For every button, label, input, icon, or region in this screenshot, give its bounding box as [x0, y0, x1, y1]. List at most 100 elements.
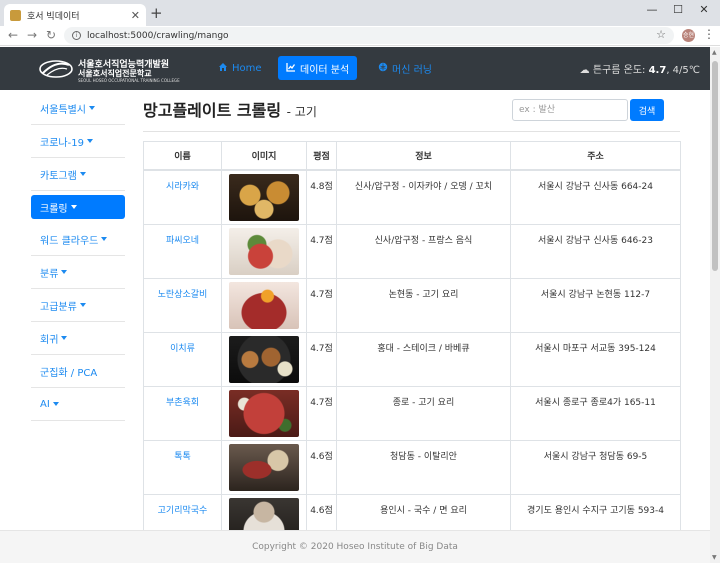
- title-divider: [143, 131, 680, 132]
- scrollbar-thumb[interactable]: [712, 61, 718, 271]
- sidebar-item-clustering-pca[interactable]: 군집화 / PCA: [31, 355, 125, 388]
- maximize-icon[interactable]: ☐: [666, 3, 690, 16]
- nav-machine-learning-label: 머신 러닝: [392, 64, 432, 76]
- table-row: 노란상소갈비 4.7점 논현동 - 고기 요리 서울시 강남구 논현동 112-…: [143, 277, 681, 333]
- weather-temp: 4.7: [648, 65, 667, 76]
- column-header-name: 이름: [143, 141, 222, 171]
- address-text: 서울시 마포구 서교동 395-124: [510, 331, 681, 387]
- nav-home-link[interactable]: Home: [210, 56, 270, 80]
- table-row: 부촌육회 4.7점 종로 - 고기 요리 서울시 종로구 종로4가 165-11: [143, 385, 681, 441]
- sidebar-item-classification[interactable]: 분류: [31, 256, 125, 289]
- info-text: 종로 - 고기 요리: [336, 385, 511, 441]
- sidebar-item-cartogram[interactable]: 카토그램: [31, 158, 125, 191]
- caret-down-icon: [79, 172, 86, 176]
- bookmark-star-icon[interactable]: ☆: [656, 28, 666, 41]
- scroll-up-icon[interactable]: ▲: [712, 49, 717, 56]
- address-text: 서울시 강남구 논현동 112-7: [510, 277, 681, 333]
- table-row: 이치류 4.7점 홍대 - 스테이크 / 바베큐 서울시 마포구 서교동 395…: [143, 331, 681, 387]
- rating-value: 4.7점: [306, 385, 337, 441]
- sidebar-item-regression[interactable]: 회귀: [31, 322, 125, 355]
- sidebar: 서울특별시 코로나-19 카토그램 크롤링 워드 클라우드 분류 고급분류 회귀…: [31, 92, 125, 421]
- table-header-row: 이름 이미지 평점 정보 주소: [143, 141, 681, 171]
- new-tab-icon[interactable]: +: [150, 5, 163, 21]
- search-input[interactable]: [512, 99, 628, 121]
- chart-icon: [286, 62, 296, 75]
- restaurant-name-link[interactable]: 시라카와: [143, 169, 222, 225]
- info-text: 홍대 - 스테이크 / 바베큐: [336, 331, 511, 387]
- column-header-image: 이미지: [221, 141, 307, 171]
- restaurant-name-link[interactable]: 파씨오네: [143, 223, 222, 279]
- address-text: 서울시 강남구 신사동 646-23: [510, 223, 681, 279]
- logo-text-line3: SEOUL HOSEO OCCUPATIONAL TRAINING COLLEG…: [78, 78, 180, 83]
- search-button[interactable]: 검색: [630, 99, 664, 121]
- sidebar-item-wordcloud[interactable]: 워드 클라우드: [31, 223, 125, 256]
- restaurant-name-link[interactable]: 부촌육회: [143, 385, 222, 441]
- address-text: 서울시 종로구 종로4가 165-11: [510, 385, 681, 441]
- browser-tab[interactable]: 호서 빅데이터 ✕: [4, 4, 146, 26]
- scroll-down-icon[interactable]: ▼: [712, 554, 717, 561]
- page-scrollbar[interactable]: ▲ ▼: [710, 47, 720, 563]
- column-header-info: 정보: [336, 141, 511, 171]
- restaurant-name-link[interactable]: 노란상소갈비: [143, 277, 222, 333]
- site-navbar: 서울호서직업능력개발원 서울호서직업전문학교 SEOUL HOSEO OCCUP…: [0, 47, 710, 90]
- info-text: 신사/압구정 - 프랑스 음식: [336, 223, 511, 279]
- profile-avatar[interactable]: 승현: [682, 29, 695, 42]
- address-text: 서울시 강남구 청담동 69-5: [510, 439, 681, 495]
- info-text: 논현동 - 고기 요리: [336, 277, 511, 333]
- table-row: 시라카와 4.8점 신사/압구정 - 이자카야 / 오뎅 / 꼬치 서울시 강남…: [143, 169, 681, 225]
- site-logo[interactable]: 서울호서직업능력개발원 서울호서직업전문학교 SEOUL HOSEO OCCUP…: [38, 54, 180, 84]
- nav-machine-learning-link[interactable]: 머신 러닝: [370, 56, 440, 80]
- rating-value: 4.7점: [306, 331, 337, 387]
- food-photo: [229, 173, 299, 221]
- sidebar-item-ai[interactable]: AI: [31, 388, 125, 421]
- weather-label: 튼구름 온도:: [592, 65, 649, 76]
- footer-copyright: Copyright © 2020 Hoseo Institute of Big …: [252, 542, 458, 552]
- food-photo: [229, 443, 299, 491]
- reload-icon[interactable]: ↻: [46, 28, 56, 42]
- browser-tab-bar: 호서 빅데이터 ✕ + — ☐ ✕: [0, 0, 720, 26]
- info-text: 청담동 - 이탈리안: [336, 439, 511, 495]
- close-tab-icon[interactable]: ✕: [131, 9, 140, 22]
- address-bar[interactable]: i localhost:5000/crawling/mango ☆: [64, 27, 674, 44]
- caret-down-icon: [61, 336, 68, 340]
- tab-title: 호서 빅데이터: [27, 11, 80, 22]
- nav-data-analysis-link[interactable]: 데이터 분석: [278, 56, 358, 80]
- sidebar-item-crawling[interactable]: 크롤링: [31, 195, 125, 219]
- cloud-icon: ☁: [579, 65, 590, 76]
- restaurant-name-link[interactable]: 이치류: [143, 331, 222, 387]
- sidebar-item-covid19[interactable]: 코로나-19: [31, 125, 125, 158]
- nav-home-label: Home: [232, 62, 262, 74]
- weather-range: , 4/5℃: [666, 65, 700, 76]
- sidebar-item-seoul[interactable]: 서울특별시: [31, 92, 125, 125]
- caret-down-icon: [79, 303, 86, 307]
- table-row: 파씨오네 4.7점 신사/압구정 - 프랑스 음식 서울시 강남구 신사동 64…: [143, 223, 681, 279]
- url-text: localhost:5000/crawling/mango: [87, 30, 229, 41]
- page-subtitle: - 고기: [286, 105, 317, 119]
- caret-down-icon: [70, 205, 77, 209]
- caret-down-icon: [101, 237, 108, 241]
- close-window-icon[interactable]: ✕: [692, 3, 716, 16]
- home-icon: [218, 62, 228, 75]
- page-footer: Copyright © 2020 Hoseo Institute of Big …: [0, 530, 710, 563]
- food-photo: [229, 227, 299, 275]
- restaurant-table: 이름 이미지 평점 정보 주소 시라카와 4.8점 신사/압구정 - 이자카야 …: [143, 141, 681, 549]
- browser-toolbar: ← → ↻ i localhost:5000/crawling/mango ☆ …: [0, 26, 720, 46]
- sidebar-item-advanced-classification[interactable]: 고급분류: [31, 289, 125, 322]
- back-icon[interactable]: ←: [8, 28, 18, 42]
- column-header-address: 주소: [510, 141, 681, 171]
- table-row: 톡톡 4.6점 청담동 - 이탈리안 서울시 강남구 청담동 69-5: [143, 439, 681, 495]
- rating-value: 4.8점: [306, 169, 337, 225]
- address-text: 서울시 강남구 신사동 664-24: [510, 169, 681, 225]
- food-photo: [229, 389, 299, 437]
- info-icon[interactable]: i: [72, 31, 81, 40]
- brain-icon: [378, 62, 388, 75]
- browser-menu-icon[interactable]: ⋮: [703, 27, 715, 41]
- caret-down-icon: [89, 106, 95, 110]
- forward-icon[interactable]: →: [27, 28, 37, 42]
- caret-down-icon: [86, 139, 93, 143]
- restaurant-name-link[interactable]: 톡톡: [143, 439, 222, 495]
- food-photo: [229, 335, 299, 383]
- minimize-icon[interactable]: —: [640, 3, 664, 16]
- food-photo: [229, 281, 299, 329]
- weather-widget: ☁ 튼구름 온도: 4.7, 4/5℃: [580, 61, 700, 76]
